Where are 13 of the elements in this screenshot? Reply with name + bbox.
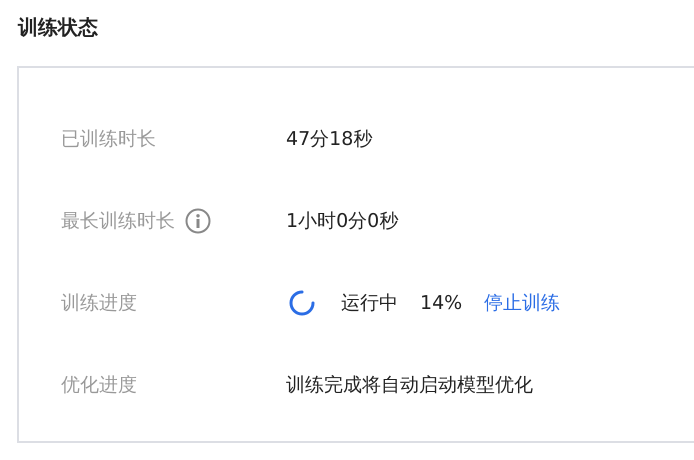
loading-spinner-icon [288, 289, 316, 317]
status-text: 运行中 [341, 291, 398, 316]
field-label: 最长训练时长 [61, 209, 175, 234]
field-value: 47分18秒 [286, 127, 372, 152]
stop-training-link[interactable]: 停止训练 [484, 290, 560, 316]
progress-percent: 14% [420, 292, 462, 314]
section-title: 训练状态 [18, 14, 99, 41]
field-value: 训练完成将自动启动模型优化 [286, 373, 533, 398]
field-label: 优化进度 [61, 373, 137, 398]
field-label: 训练进度 [61, 291, 137, 316]
field-label: 已训练时长 [61, 127, 156, 152]
info-icon[interactable] [185, 208, 211, 234]
field-value: 1小时0分0秒 [286, 209, 398, 234]
